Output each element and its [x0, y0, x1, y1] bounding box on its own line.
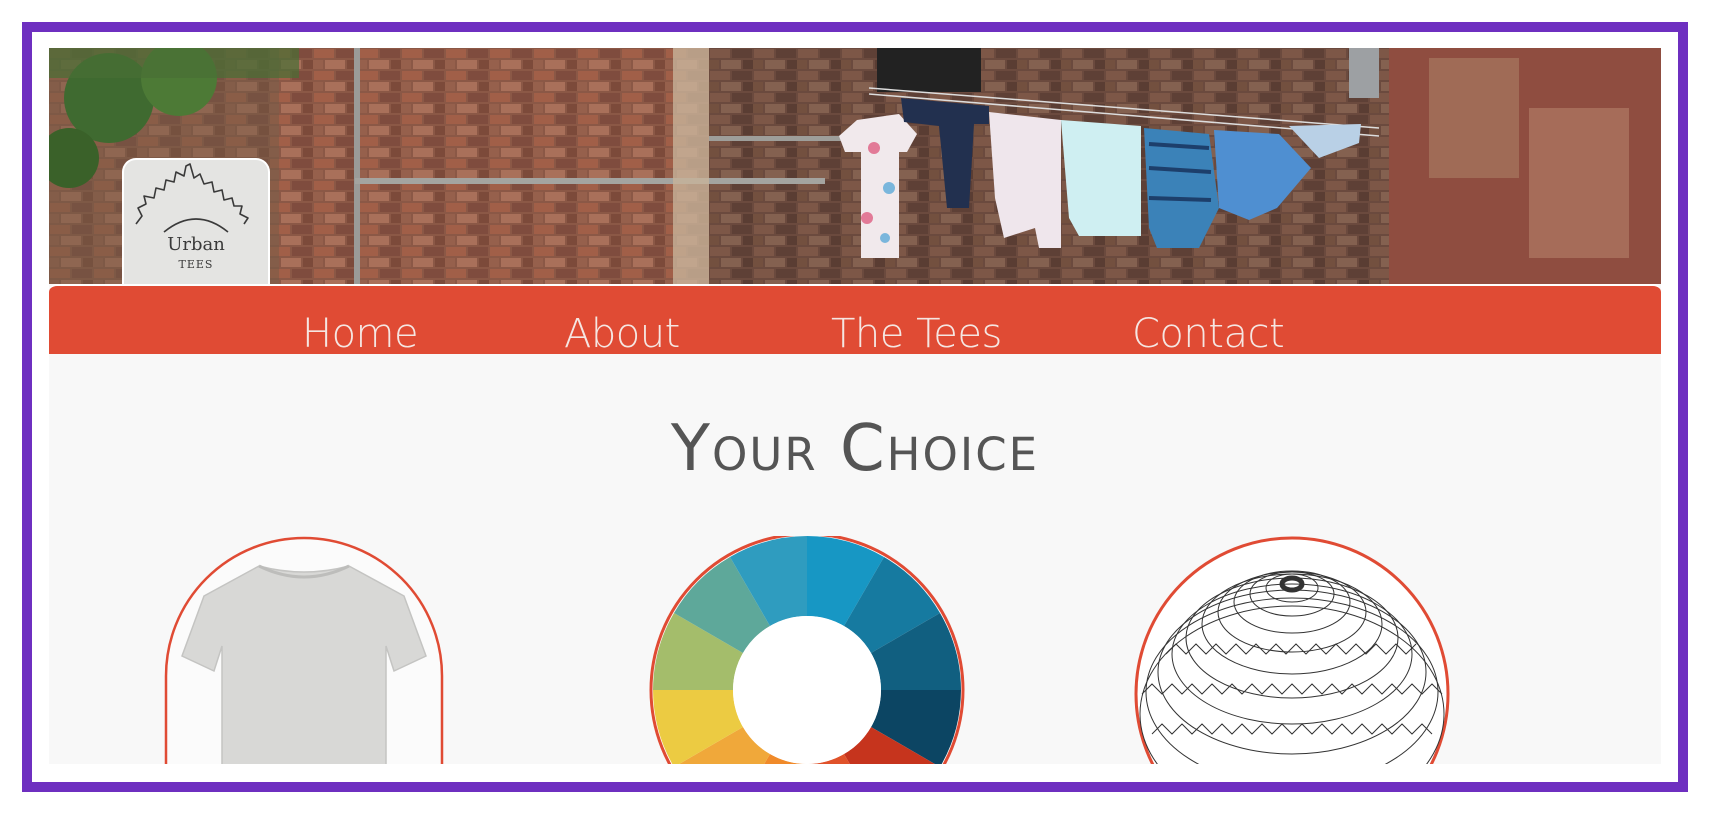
website-viewport: Urban TEES Home About The Tees Contact Y…: [49, 48, 1661, 764]
pattern-card[interactable]: [1120, 536, 1464, 764]
nav-the-tees[interactable]: The Tees: [831, 314, 1002, 354]
page-title: Your Choice: [670, 412, 1040, 486]
nav-home[interactable]: Home: [302, 314, 419, 354]
logo-name: Urban: [167, 234, 225, 255]
color-card[interactable]: [635, 536, 979, 764]
logo-tagline: TEES: [178, 258, 214, 271]
nav-about[interactable]: About: [564, 314, 680, 354]
pattern-sphere-icon: [1134, 536, 1450, 764]
hero-photo: [49, 48, 1661, 284]
hero-banner: Urban TEES: [49, 48, 1661, 284]
color-wheel-icon: [649, 536, 965, 764]
nav-contact[interactable]: Contact: [1132, 314, 1285, 354]
brand-logo[interactable]: Urban TEES: [122, 158, 270, 284]
city-skyline-icon: [135, 163, 249, 233]
main-nav: Home About The Tees Contact: [49, 284, 1661, 354]
tshirt-card[interactable]: [164, 536, 444, 764]
